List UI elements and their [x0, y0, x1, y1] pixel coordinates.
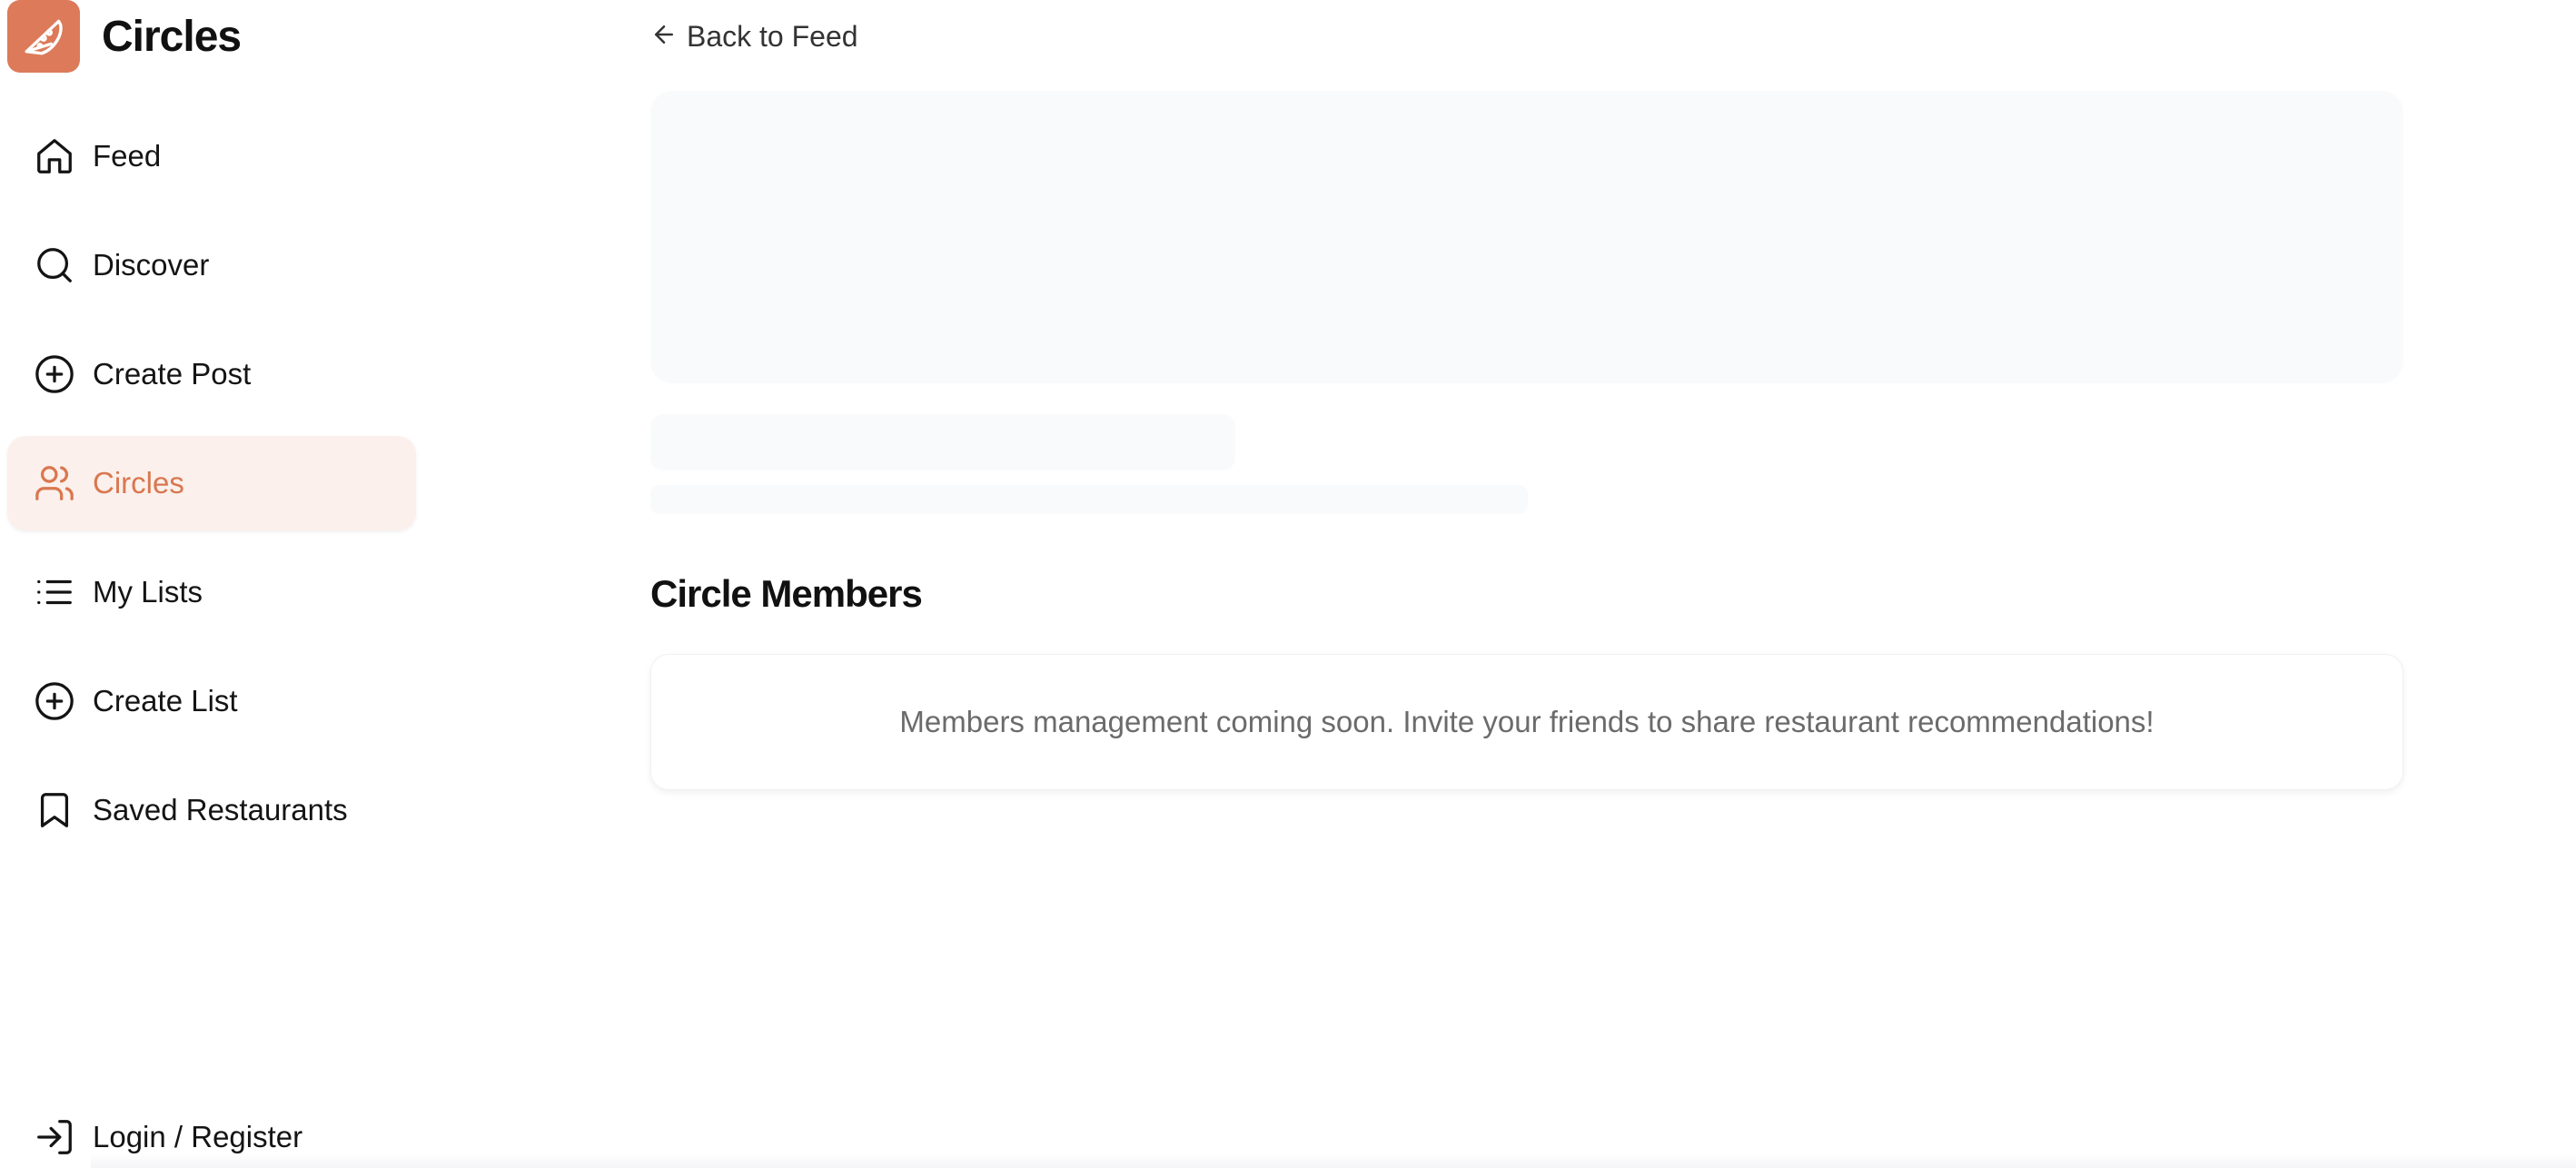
users-icon [33, 461, 76, 505]
sidebar-item-label: Discover [93, 248, 210, 282]
sidebar-item-circles[interactable]: Circles [7, 436, 416, 530]
sidebar-item-create-list[interactable]: Create List [7, 654, 416, 748]
login-register-label: Login / Register [93, 1120, 303, 1153]
sidebar: Circles Feed Discover Create Post Circle… [0, 0, 427, 1168]
sidebar-item-label: Feed [93, 139, 162, 173]
arrow-left-icon [650, 21, 678, 53]
sidebar-item-label: My Lists [93, 575, 203, 609]
sidebar-nav: Feed Discover Create Post Circles My Lis… [7, 109, 416, 872]
sidebar-item-feed[interactable]: Feed [7, 109, 416, 203]
bookmark-icon [33, 788, 76, 832]
sidebar-item-label: Create List [93, 684, 238, 718]
sidebar-item-saved-restaurants[interactable]: Saved Restaurants [7, 763, 416, 857]
sidebar-item-discover[interactable]: Discover [7, 218, 416, 312]
members-message: Members management coming soon. Invite y… [899, 705, 2155, 738]
circle-banner-placeholder [650, 91, 2403, 383]
app-root: Circles Feed Discover Create Post Circle… [0, 0, 2576, 1168]
home-icon [33, 134, 76, 178]
pizza-icon [7, 0, 80, 73]
members-card: Members management coming soon. Invite y… [650, 654, 2403, 790]
plus-circle-icon [33, 679, 76, 723]
login-icon [33, 1115, 76, 1159]
list-icon [33, 570, 76, 614]
circle-members-title: Circle Members [650, 572, 923, 615]
circle-name-placeholder [650, 414, 1235, 470]
bottom-fade [91, 1153, 2576, 1168]
back-to-feed-label: Back to Feed [687, 19, 858, 53]
plus-circle-icon [33, 352, 76, 396]
sidebar-item-label: Create Post [93, 357, 252, 391]
sidebar-item-label: Saved Restaurants [93, 793, 348, 827]
brand[interactable]: Circles [7, 0, 242, 73]
circle-description-placeholder [650, 485, 1528, 514]
brand-title: Circles [102, 12, 242, 61]
sidebar-item-label: Circles [93, 466, 184, 500]
sidebar-item-create-post[interactable]: Create Post [7, 327, 416, 421]
back-to-feed-link[interactable]: Back to Feed [650, 16, 858, 56]
search-icon [33, 243, 76, 287]
sidebar-item-my-lists[interactable]: My Lists [7, 545, 416, 639]
